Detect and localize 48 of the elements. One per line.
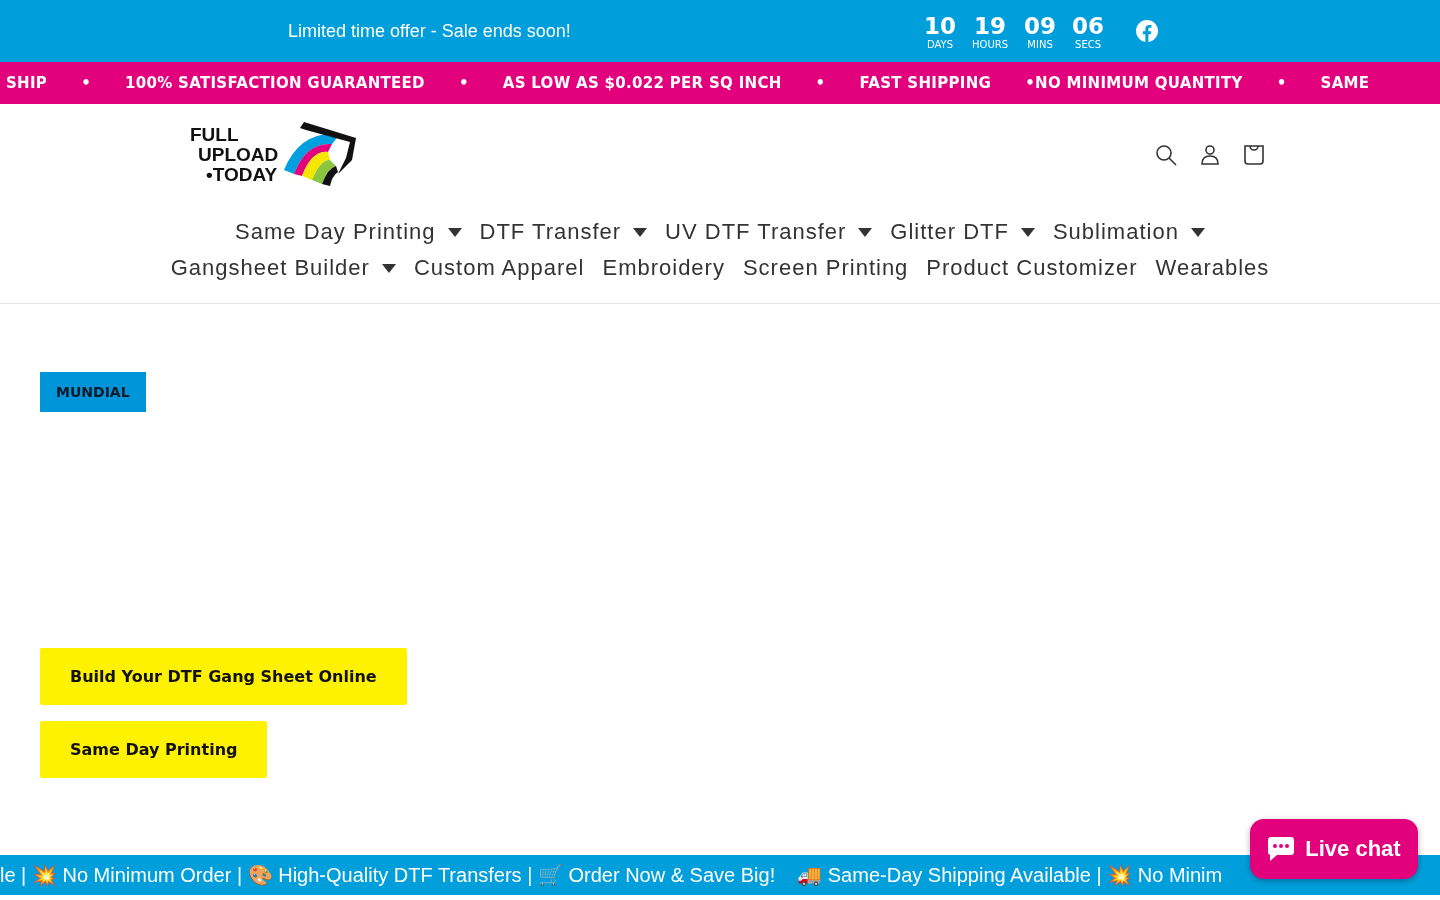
caret-icon: [633, 227, 648, 237]
nav-link[interactable]: Embroidery: [602, 250, 725, 286]
caret-icon: [1190, 227, 1205, 237]
ticker-text: •: [815, 74, 826, 92]
ticker-text: SAME: [1320, 74, 1370, 92]
ticker-text: •: [1276, 74, 1287, 92]
countdown-number: 10: [924, 12, 956, 39]
facebook-icon[interactable]: [1136, 20, 1159, 42]
ticker-text: 100% SATISFACTION GUARANTEED: [125, 74, 425, 92]
ticker-text: le | 💥 No Minimum Order | 🎨 High-Quality DTF Transfers | 🛒 Order Now & Save Big!: [0, 863, 776, 887]
nav-link[interactable]: DTF Transfer: [479, 214, 648, 250]
ticker-text: •: [81, 74, 92, 92]
search-icon[interactable]: [1155, 144, 1177, 166]
nav-link[interactable]: Wearables: [1155, 250, 1270, 286]
nav-link[interactable]: Custom Apparel: [413, 250, 585, 286]
ticker-text: 🚚 Same-Day Shipping Available | 💥 No Minim: [797, 863, 1223, 887]
ticker-text: •: [458, 74, 469, 92]
caret-icon: [1020, 227, 1035, 237]
ticker-text: AS LOW AS $0.022 PER SQ INCH: [502, 74, 782, 92]
cta-button[interactable]: Build Your DTF Gang Sheet Online: [40, 648, 407, 705]
nav-link[interactable]: Glitter DTF: [890, 214, 1035, 250]
countdown-label: HOURS: [972, 38, 1009, 50]
live-chat-button[interactable]: Live chat: [1250, 819, 1418, 879]
countdown-label: SECS: [1075, 38, 1102, 50]
countdown-number: 06: [1072, 12, 1105, 39]
ticker-text: FAST SHIPPING: [859, 74, 992, 92]
ticker-text: SHIP: [6, 74, 48, 92]
announcement-text: Limited time offer - Sale ends soon!: [288, 20, 572, 42]
caret-icon: [381, 263, 396, 273]
nav-link[interactable]: UV DTF Transfer: [665, 214, 873, 250]
site-logo[interactable]: FULL UPLOAD •TODAY: [190, 120, 361, 190]
caret-icon: [447, 227, 462, 237]
countdown-number: 09: [1024, 12, 1057, 39]
caret-icon: [858, 227, 873, 237]
account-icon[interactable]: [1199, 144, 1221, 166]
countdown-label: MINS: [1027, 38, 1053, 50]
nav-link[interactable]: Gangsheet Builder: [170, 250, 396, 286]
nav-link[interactable]: Screen Printing: [742, 250, 909, 286]
countdown-number: 19: [974, 12, 1007, 39]
ticker-text: •NO MINIMUM QUANTITY: [1025, 74, 1243, 92]
nav-link[interactable]: Product Customizer: [926, 250, 1138, 286]
cart-icon[interactable]: [1243, 144, 1265, 166]
collection-badge: MUNDIAL: [40, 372, 146, 412]
chat-icon: [1267, 836, 1296, 862]
nav-link[interactable]: Sublimation: [1052, 214, 1205, 250]
nav-link[interactable]: Same Day Printing: [235, 214, 462, 250]
countdown-label: DAYS: [927, 38, 954, 50]
cta-button[interactable]: Same Day Printing: [40, 721, 268, 778]
